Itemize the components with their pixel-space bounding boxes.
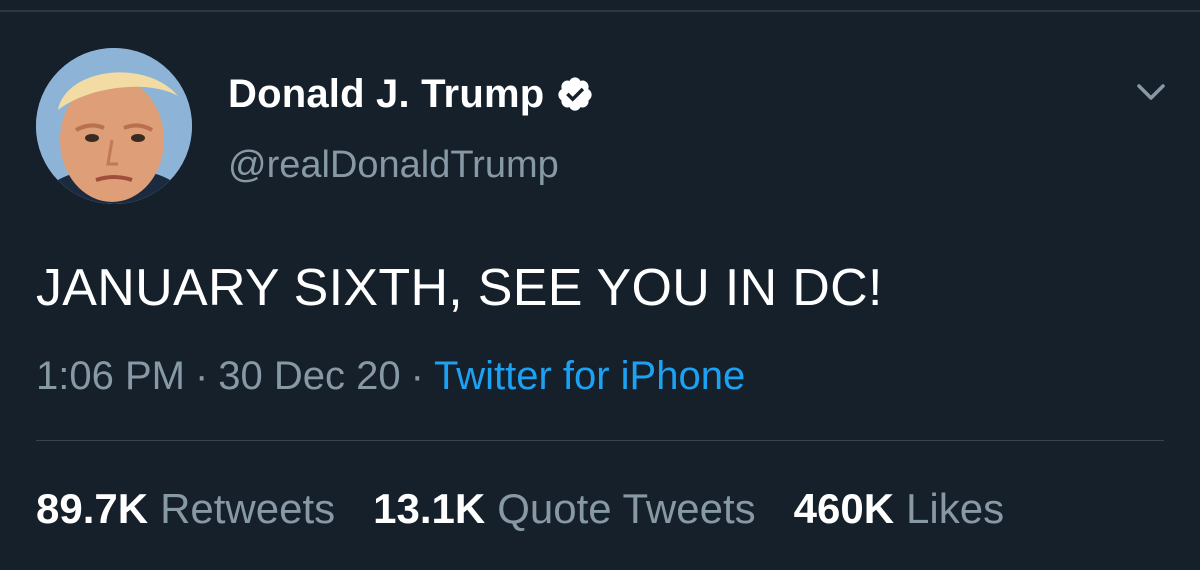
- likes-count: 460K: [793, 485, 895, 532]
- tweet-date[interactable]: 30 Dec 20: [218, 354, 400, 398]
- likes-stat[interactable]: 460K Likes: [794, 485, 1004, 533]
- quote-tweets-label: Quote Tweets: [497, 485, 756, 532]
- tweet-meta: 1:06 PM · 30 Dec 20 · Twitter for iPhone: [36, 354, 745, 399]
- top-divider: [0, 10, 1200, 12]
- meta-separator: ·: [410, 354, 424, 398]
- verified-badge-icon: [556, 75, 594, 113]
- retweets-stat[interactable]: 89.7K Retweets: [36, 485, 335, 533]
- tweet-source-link[interactable]: Twitter for iPhone: [434, 354, 745, 398]
- retweets-count: 89.7K: [36, 485, 149, 532]
- quote-tweets-count: 13.1K: [373, 485, 486, 532]
- author-handle[interactable]: @realDonaldTrump: [228, 144, 559, 187]
- tweet-time[interactable]: 1:06 PM: [36, 354, 185, 398]
- chevron-down-icon[interactable]: [1133, 78, 1169, 106]
- meta-separator: ·: [194, 354, 209, 398]
- author-name-row[interactable]: Donald J. Trump: [228, 70, 594, 118]
- tweet-text: JANUARY SIXTH, SEE YOU IN DC!: [36, 259, 883, 317]
- tweet-stats: 89.7K Retweets 13.1K Quote Tweets 460K L…: [36, 485, 1042, 533]
- author-display-name[interactable]: Donald J. Trump: [228, 72, 544, 117]
- retweets-label: Retweets: [160, 485, 336, 532]
- quote-tweets-stat[interactable]: 13.1K Quote Tweets: [373, 485, 755, 533]
- avatar-image: [36, 48, 192, 204]
- avatar[interactable]: [36, 48, 192, 204]
- likes-label: Likes: [906, 485, 1005, 532]
- divider: [36, 440, 1164, 441]
